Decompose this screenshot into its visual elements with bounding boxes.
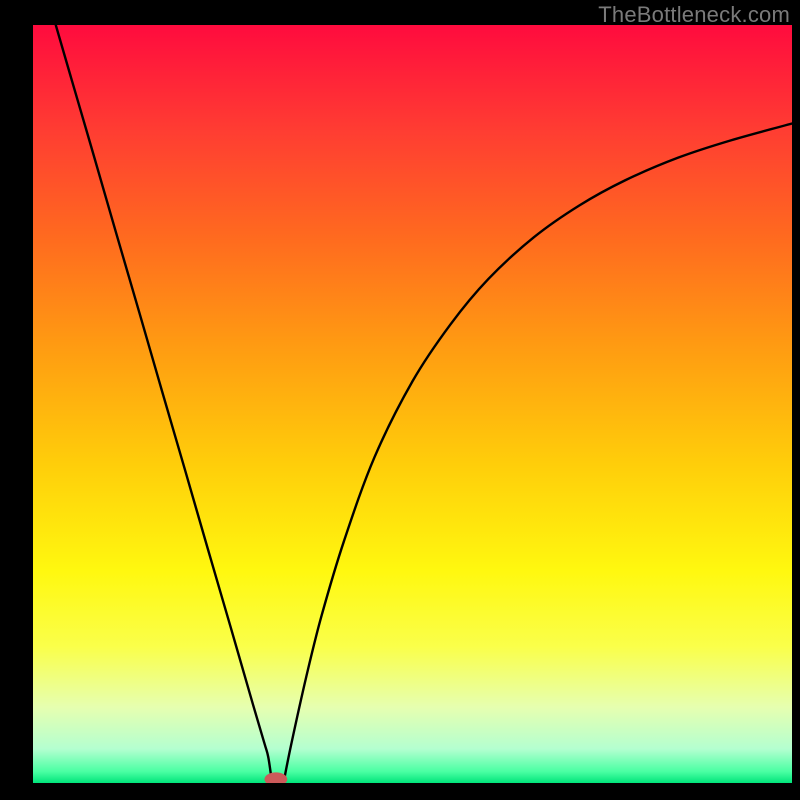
- chart-background: [33, 25, 792, 783]
- watermark-text: TheBottleneck.com: [598, 2, 790, 28]
- chart-svg: [33, 25, 792, 783]
- chart-plot-area: [33, 25, 792, 783]
- chart-frame: TheBottleneck.com: [0, 0, 800, 800]
